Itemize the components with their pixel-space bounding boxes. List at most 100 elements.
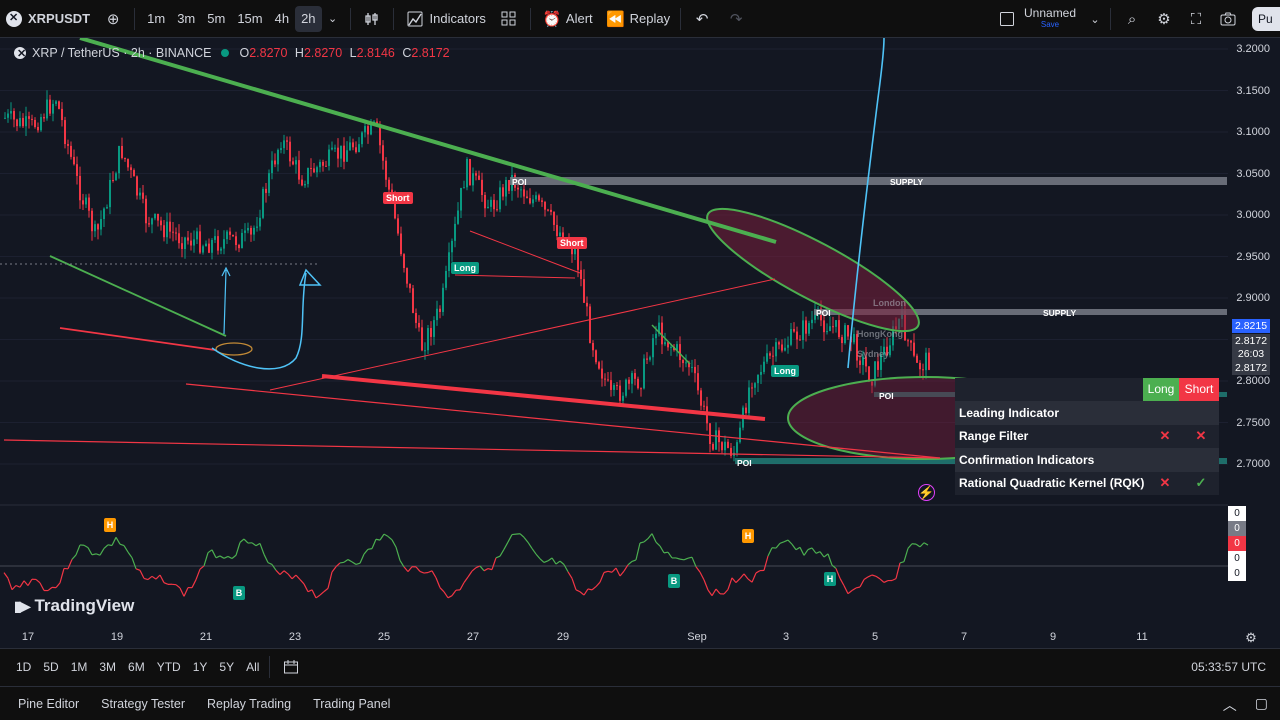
layout-name-button[interactable]: Unnamed Save [1024,7,1076,30]
oscillator-segment [707,589,713,597]
range-all[interactable]: All [240,660,265,674]
candle-body [790,329,792,345]
timeframe-3m[interactable]: 3m [171,6,201,32]
candle-body [628,379,630,384]
goto-date-calendar-icon[interactable] [280,656,302,678]
candle-body [268,173,270,193]
candle-body [319,161,321,168]
tab-trading-panel[interactable]: Trading Panel [305,697,398,711]
range-3m[interactable]: 3M [93,660,122,674]
chart-type-button[interactable] [355,0,389,38]
rewind-icon: ⏪ [606,10,625,28]
alert-button[interactable]: ⏰ Alert [535,0,599,38]
candle-body [430,328,432,337]
tab-replay-trading[interactable]: Replay Trading [199,697,299,711]
range-5d[interactable]: 5D [37,660,64,674]
candle-body [28,116,30,119]
settings-gear-icon[interactable]: ⚙ [1153,8,1175,30]
axis-settings-gear-icon[interactable]: ⚙ [1240,627,1262,649]
oscillator-segment [711,588,717,596]
candle-body [139,192,141,196]
candle-body [622,395,624,401]
candle-body [613,385,615,390]
candle-body [721,442,723,451]
utc-clock[interactable]: 05:33:57 UTC [1191,660,1266,674]
high-value: 2.8270 [303,46,343,60]
price-tag-blue: 2.8215 [1232,319,1270,333]
oscillator-segment [331,566,337,573]
oscillator-segment [427,570,433,574]
indicators-button[interactable]: Indicators [398,0,492,38]
range-ytd[interactable]: YTD [151,660,187,674]
timeframe-1m[interactable]: 1m [141,6,171,32]
oscillator-segment [23,580,29,586]
legend-title[interactable]: XRP / TetherUS · 2h · BINANCE [32,46,211,60]
fullscreen-icon[interactable]: ⛶ [1185,8,1207,30]
range-5y[interactable]: 5Y [213,660,240,674]
low-label: L [349,46,357,60]
oscillator-segment [211,549,217,559]
candle-body [307,167,309,185]
candle-body [736,442,738,453]
lightning-icon[interactable]: ⚡ [918,484,935,501]
candle-body [94,224,96,232]
maximize-icon[interactable]: ▢ [1255,695,1268,715]
candle-body [235,236,237,245]
oscillator-segment [899,561,905,564]
tab-strategy-tester[interactable]: Strategy Tester [93,697,193,711]
templates-button[interactable] [492,0,526,38]
replay-button[interactable]: ⏪ Replay [599,0,676,38]
chevron-down-icon[interactable]: ⌄ [1084,8,1106,30]
candle-body [409,283,411,289]
oscillator-segment [307,589,313,593]
oscillator-segment [683,557,689,561]
oscillator-segment [471,567,477,572]
candle-body [505,179,507,197]
candle-body [76,164,78,176]
undo-button[interactable]: ↶ [685,0,719,38]
redo-button[interactable]: ↷ [719,0,753,38]
candle-body [253,227,255,235]
candle-body [694,366,696,374]
tradingview-logo[interactable]: ▮▶ TradingView [14,596,134,616]
osc-bottom-marker: B [668,574,680,588]
chart-pane[interactable]: XRP / TetherUS · 2h · BINANCE O2.8270 H2… [0,38,1280,648]
tab-pine-editor[interactable]: Pine Editor [10,697,87,711]
oscillator-segment [803,549,809,556]
oscillator-segment [451,589,457,597]
timeframe-2h[interactable]: 2h [295,5,322,32]
oscillator-segment [531,548,537,555]
layout-checkbox-icon[interactable] [996,8,1018,30]
range-1y[interactable]: 1Y [187,660,214,674]
publish-button[interactable]: Pu [1252,7,1280,31]
oscillator-segment [659,545,665,554]
chevron-up-icon[interactable]: ︿ [1223,695,1237,715]
range-6m[interactable]: 6M [122,660,151,674]
quick-search-icon[interactable]: ⌕ [1121,8,1143,30]
oscillator-segment [139,570,145,579]
candle-body [607,379,609,381]
oscillator-segment [379,533,385,541]
timeframe-4h[interactable]: 4h [269,6,295,32]
candle-body [166,221,168,238]
poi-label: POI [816,308,831,318]
layout-save-label: Save [1040,20,1060,29]
oscillator-segment [219,555,225,559]
compare-symbol-button[interactable]: ⊕ [96,0,130,38]
timeframe-5m[interactable]: 5m [201,6,231,32]
candle-body [316,167,318,173]
short-column-header: Short [1179,378,1219,401]
chevron-down-icon[interactable]: ⌄ [322,8,344,30]
oscillator-segment [503,541,509,550]
time-axis[interactable]: 17 19 21 23 25 27 29 Sep 3 5 7 9 11 [0,628,1228,648]
candle-body [556,224,558,237]
candle-body [682,360,684,364]
range-1m[interactable]: 1M [65,660,94,674]
camera-icon[interactable] [1217,8,1239,30]
timeframe-15m[interactable]: 15m [231,6,268,32]
oscillator-segment [835,568,841,579]
oscillator-segment [507,534,513,543]
candle-body [190,240,192,246]
symbol-search-button[interactable]: XRPUSDT [0,0,96,38]
range-1d[interactable]: 1D [10,660,37,674]
